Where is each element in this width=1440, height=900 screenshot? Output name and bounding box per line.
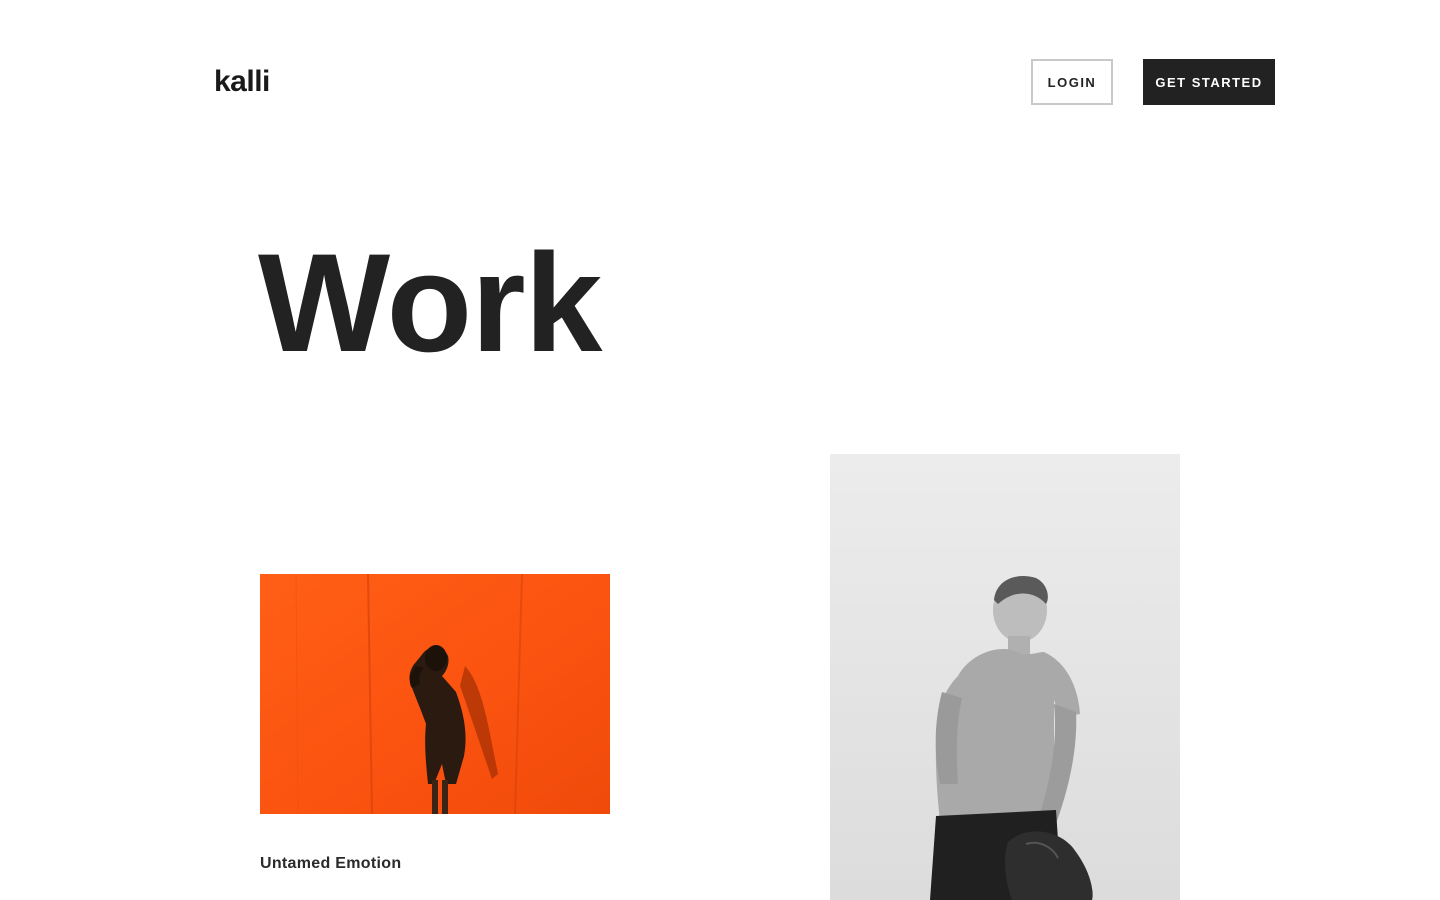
woman-against-orange-wall-photo[interactable] — [260, 574, 610, 814]
work-item-portrait[interactable] — [830, 454, 1180, 900]
work-item-caption[interactable]: Untamed Emotion — [260, 855, 401, 873]
login-button[interactable]: LOGIN — [1031, 59, 1113, 105]
site-header: kalli LOGIN GET STARTED — [0, 0, 1440, 160]
young-man-black-and-white-photo[interactable] — [830, 454, 1180, 900]
page-title: Work — [258, 224, 602, 381]
logo[interactable]: kalli — [214, 62, 270, 102]
page: kalli LOGIN GET STARTED Work Untamed Emo… — [0, 0, 1440, 900]
get-started-button[interactable]: GET STARTED — [1143, 59, 1275, 105]
work-item-untamed-emotion[interactable]: Untamed Emotion — [260, 574, 610, 872]
